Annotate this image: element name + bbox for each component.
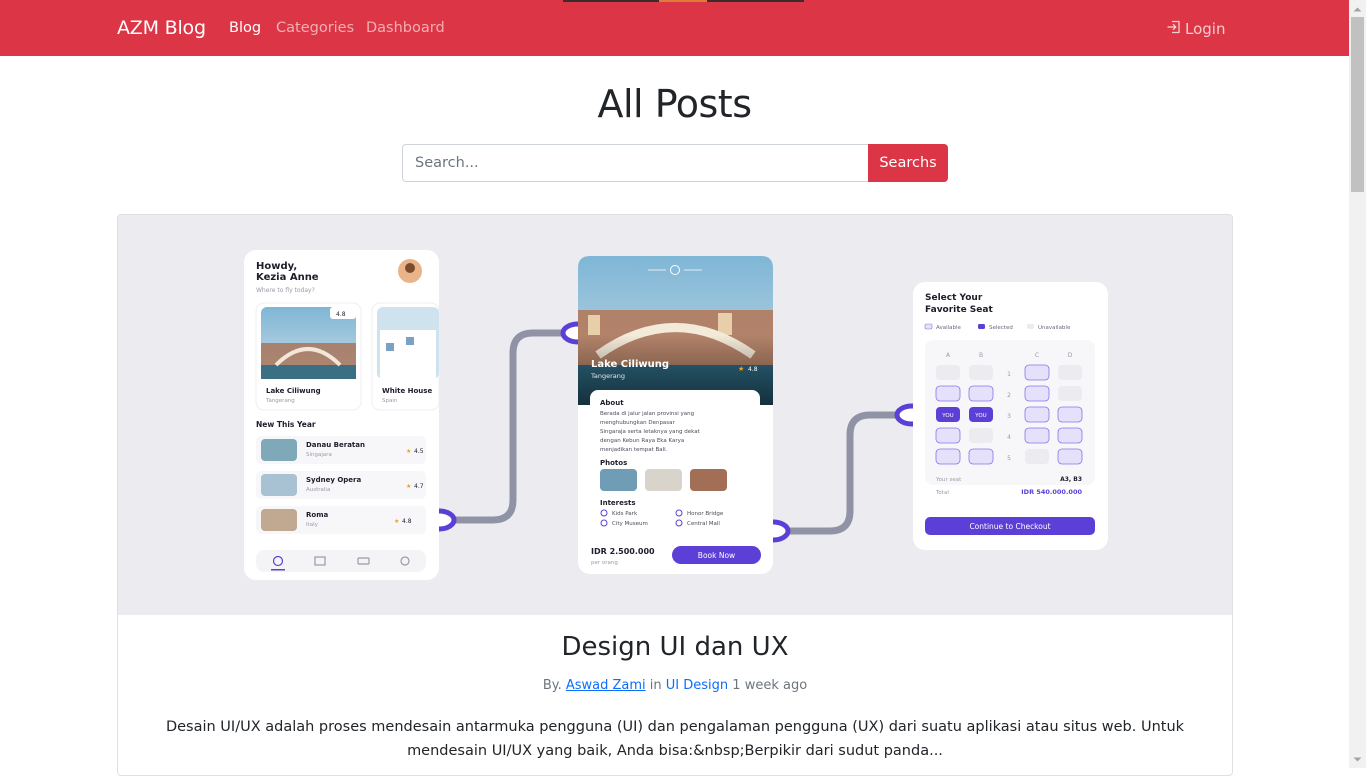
search-form: Searchs (402, 144, 948, 182)
svg-text:Berada di jalur jalan provinsi: Berada di jalur jalan provinsi yang (600, 411, 694, 417)
login-link[interactable]: Login (1166, 19, 1225, 39)
svg-text:Sydney Opera: Sydney Opera (306, 476, 362, 484)
svg-text:4.8: 4.8 (748, 366, 758, 373)
browser-loading-strip-accent (659, 0, 707, 2)
svg-text:★: ★ (394, 518, 399, 525)
post-author-link[interactable]: Aswad Zami (566, 678, 646, 693)
scroll-down-arrow-icon[interactable] (1349, 751, 1366, 768)
svg-text:Total: Total (935, 490, 949, 496)
svg-text:5: 5 (1007, 455, 1011, 462)
svg-text:Tangerang: Tangerang (265, 398, 295, 404)
svg-text:Available: Available (936, 325, 962, 331)
navbar: AZM Blog Blog Categories Dashboard Login (0, 0, 1349, 56)
svg-text:Italy: Italy (306, 522, 319, 528)
login-label: Login (1185, 20, 1226, 38)
svg-text:IDR 2.500.000: IDR 2.500.000 (591, 547, 655, 556)
svg-text:Your seat: Your seat (935, 477, 962, 483)
post-meta: By. Aswad Zami in UI Design 1 week ago (118, 678, 1232, 693)
svg-text:New This Year: New This Year (256, 420, 316, 429)
mockup-screen-home: Howdy, Kezia Anne Where to fly today? 4.… (244, 250, 440, 580)
svg-text:YOU: YOU (974, 413, 986, 419)
svg-text:Unavailable: Unavailable (1038, 325, 1071, 331)
svg-text:B: B (979, 352, 983, 359)
scroll-up-arrow-icon[interactable] (1349, 0, 1366, 17)
svg-text:C: C (1035, 352, 1039, 359)
post-meta-by: By. (542, 678, 562, 693)
post-time: 1 week ago (732, 678, 808, 693)
svg-text:Favorite Seat: Favorite Seat (925, 305, 993, 315)
page-scrollbar[interactable] (1349, 0, 1366, 768)
svg-text:Interests: Interests (600, 499, 636, 507)
svg-text:4.8: 4.8 (336, 311, 346, 318)
svg-text:Kezia Anne: Kezia Anne (256, 272, 319, 283)
post-excerpt: Desain UI/UX adalah proses mendesain ant… (165, 719, 1185, 759)
svg-text:4.7: 4.7 (414, 483, 424, 490)
browser-loading-strip-end (707, 0, 804, 2)
nav-link-blog[interactable]: Blog (229, 20, 261, 36)
search-button[interactable]: Searchs (868, 144, 948, 182)
brand-logo[interactable]: AZM Blog (117, 17, 206, 39)
svg-text:Howdy,: Howdy, (256, 261, 297, 272)
svg-text:menghubungkan Denpasar: menghubungkan Denpasar (600, 420, 676, 426)
svg-text:Select Your: Select Your (925, 293, 983, 303)
post-thumbnail[interactable]: Howdy, Kezia Anne Where to fly today? 4.… (118, 215, 1232, 615)
svg-text:4.8: 4.8 (402, 518, 412, 525)
mockup-screen-detail: Lake Ciliwung Tangerang ★ 4.8 About Bera… (578, 256, 773, 574)
browser-loading-strip (563, 0, 659, 2)
svg-text:Lake Ciliwung: Lake Ciliwung (591, 359, 669, 370)
post-card: Howdy, Kezia Anne Where to fly today? 4.… (117, 214, 1233, 776)
svg-text:Central Mall: Central Mall (687, 521, 720, 527)
svg-text:A3, B3: A3, B3 (1060, 476, 1082, 483)
nav-link-categories[interactable]: Categories (276, 20, 354, 36)
svg-text:per orang: per orang (591, 560, 618, 566)
svg-text:★: ★ (738, 365, 744, 373)
svg-text:4.5: 4.5 (414, 448, 424, 455)
post-category-link[interactable]: UI Design (666, 678, 728, 693)
svg-text:★: ★ (406, 448, 411, 455)
post-meta-in: in (649, 678, 662, 693)
svg-text:4: 4 (1007, 434, 1011, 441)
svg-text:★: ★ (406, 483, 411, 490)
svg-text:Singajara: Singajara (306, 452, 332, 458)
svg-text:Kids Park: Kids Park (612, 511, 638, 517)
svg-text:Where to fly today?: Where to fly today? (256, 287, 315, 294)
svg-text:Spain: Spain (382, 398, 398, 404)
search-input[interactable] (402, 144, 868, 182)
svg-text:Australia: Australia (306, 487, 330, 493)
svg-text:Tangerang: Tangerang (590, 372, 625, 380)
mockup-screen-seat-select: Select Your Favorite Seat Available Sele… (913, 282, 1108, 550)
svg-text:Continue to Checkout: Continue to Checkout (969, 522, 1050, 531)
svg-text:About: About (600, 399, 624, 407)
svg-text:dengan Kebun Raya Eka Karya: dengan Kebun Raya Eka Karya (600, 438, 684, 444)
svg-text:2: 2 (1007, 392, 1011, 399)
svg-text:3: 3 (1007, 413, 1011, 420)
svg-text:Honor Bridge: Honor Bridge (687, 511, 724, 517)
svg-text:YOU: YOU (941, 413, 953, 419)
svg-text:Singaraja serta letaknya yang: Singaraja serta letaknya yang dekat (600, 429, 701, 435)
svg-text:Book Now: Book Now (698, 551, 735, 560)
scrollbar-thumb[interactable] (1351, 17, 1364, 192)
nav-link-dashboard[interactable]: Dashboard (366, 20, 445, 36)
login-icon (1166, 19, 1185, 39)
svg-text:Roma: Roma (306, 511, 328, 519)
svg-text:menjadikan tempat Bali.: menjadikan tempat Bali. (600, 447, 668, 453)
svg-text:1: 1 (1007, 371, 1011, 378)
post-title[interactable]: Design UI dan UX (118, 632, 1232, 662)
svg-text:IDR 540.000.000: IDR 540.000.000 (1021, 488, 1082, 496)
svg-text:Selected: Selected (989, 325, 1013, 331)
svg-text:Photos: Photos (600, 459, 627, 467)
svg-text:Lake Ciliwung: Lake Ciliwung (266, 387, 321, 395)
svg-text:City Museum: City Museum (612, 521, 648, 527)
svg-text:D: D (1068, 352, 1073, 359)
svg-text:White House: White House (382, 387, 432, 395)
svg-text:Danau Beratan: Danau Beratan (306, 441, 365, 449)
page-title: All Posts (597, 82, 753, 126)
